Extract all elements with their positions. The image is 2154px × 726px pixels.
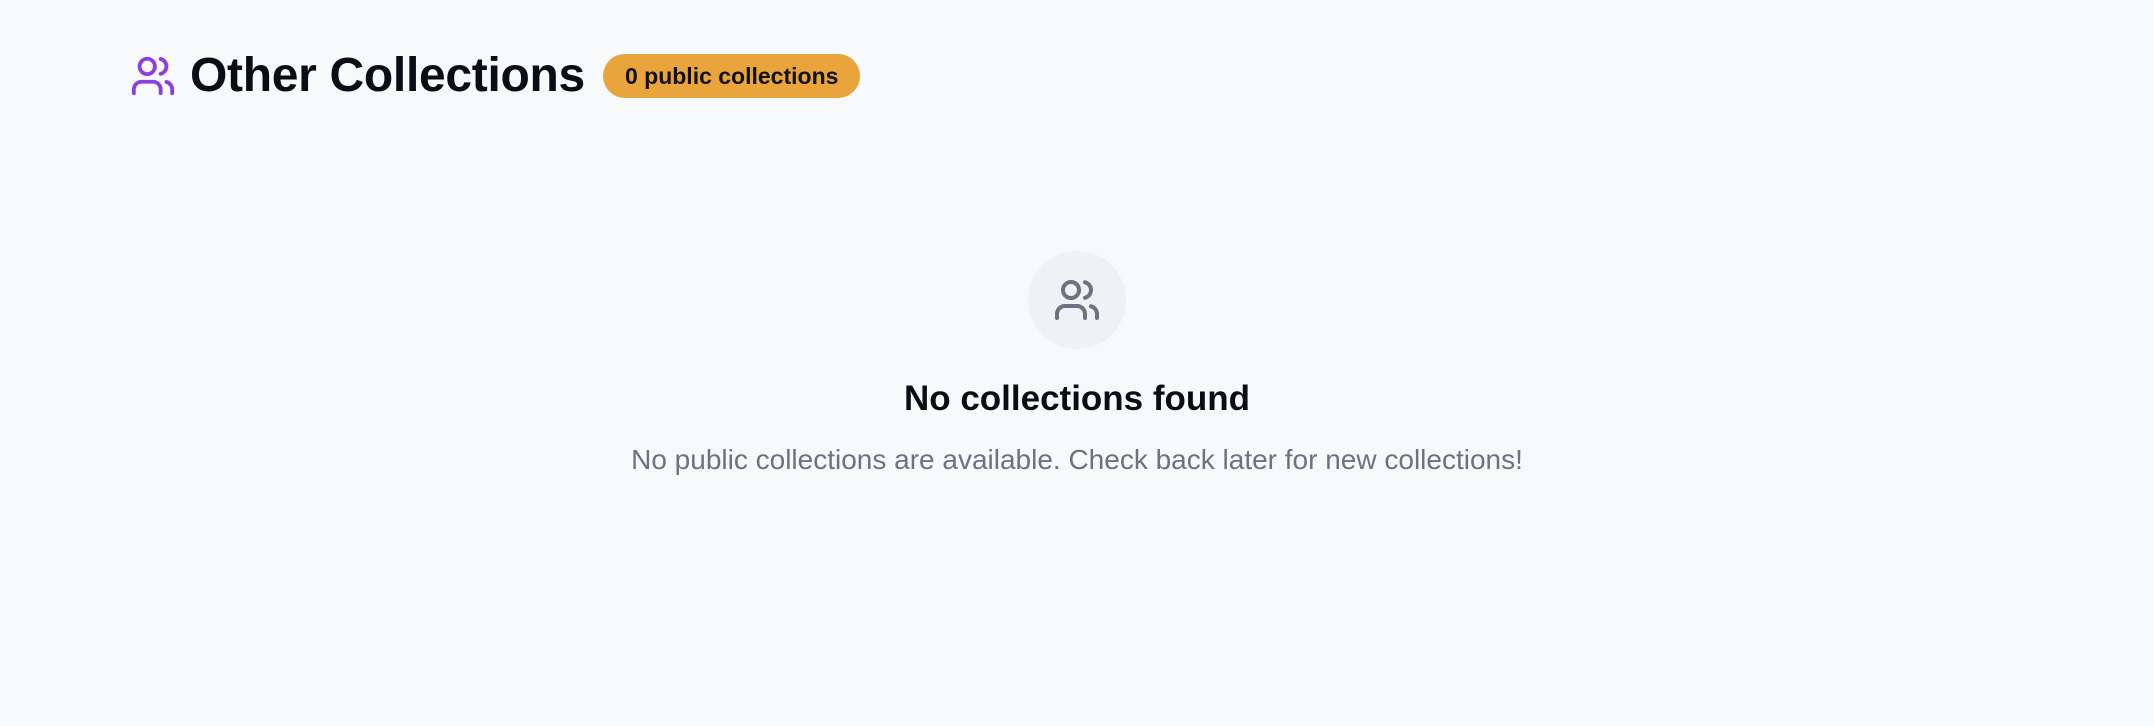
collection-count-badge: 0 public collections bbox=[602, 54, 861, 98]
page-title: Other Collections bbox=[190, 49, 585, 102]
users-icon bbox=[130, 53, 176, 99]
users-icon bbox=[1055, 280, 1099, 320]
empty-state-message: No public collections are available. Che… bbox=[631, 444, 1523, 475]
empty-state: No collections found No public collectio… bbox=[0, 251, 2154, 477]
page-header: Other Collections 0 public collections bbox=[130, 49, 861, 102]
empty-state-icon-circle bbox=[1028, 251, 1126, 349]
empty-state-title: No collections found bbox=[903, 379, 1251, 418]
